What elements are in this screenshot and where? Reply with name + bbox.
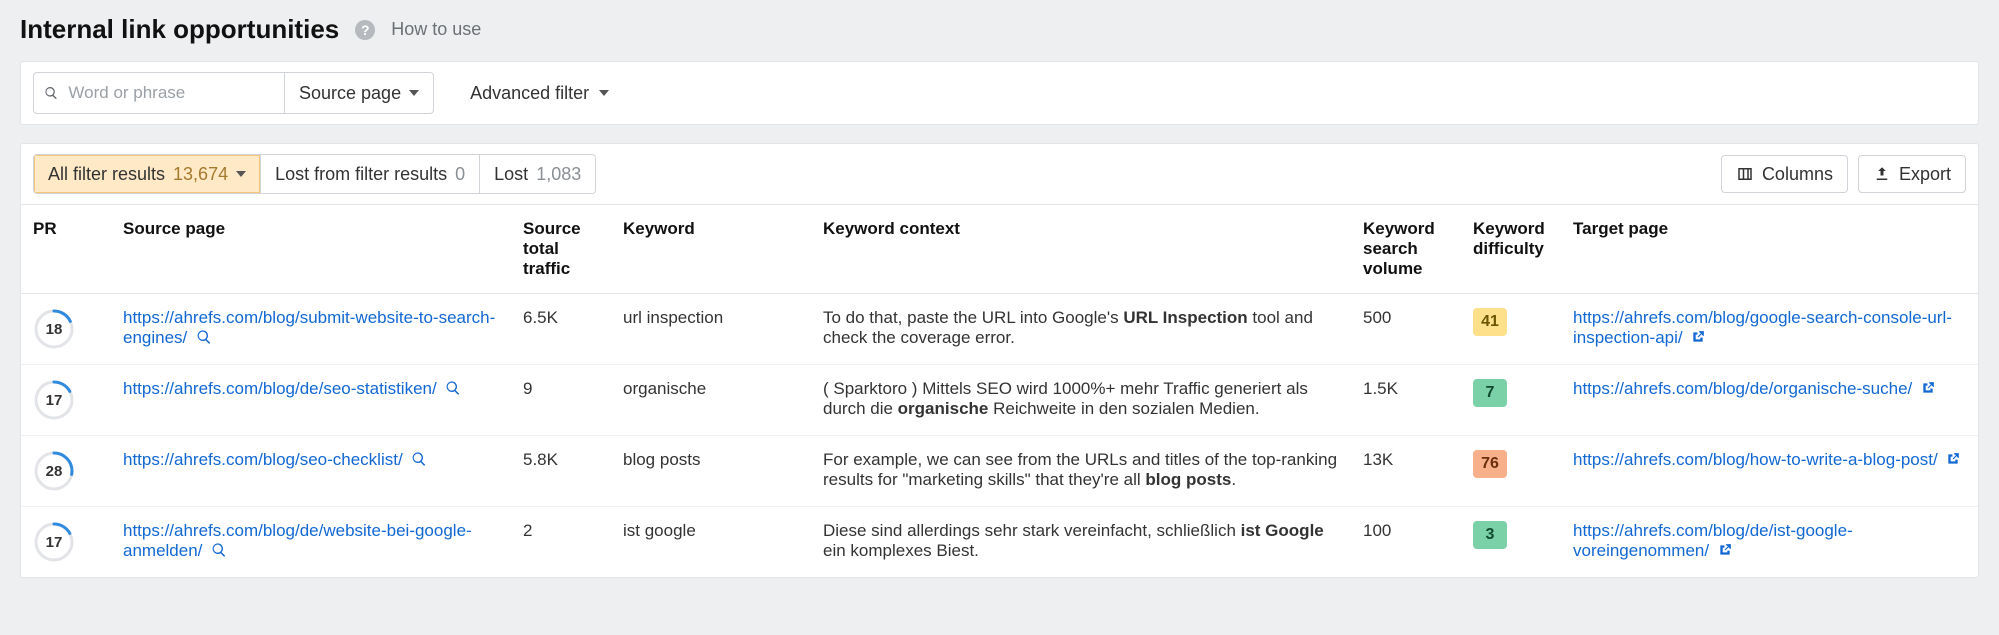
advanced-filter-label: Advanced filter <box>470 83 589 104</box>
target-page-link[interactable]: https://ahrefs.com/blog/how-to-write-a-b… <box>1573 450 1938 469</box>
pr-badge: 17 <box>33 379 75 421</box>
source-total-traffic-value: 5.8K <box>511 436 611 507</box>
source-page-link[interactable]: https://ahrefs.com/blog/seo-checklist/ <box>123 450 403 469</box>
col-header-keyword-difficulty[interactable]: Keyword difficulty <box>1461 205 1561 294</box>
export-button-label: Export <box>1899 164 1951 185</box>
search-input[interactable] <box>66 82 274 104</box>
export-button[interactable]: Export <box>1858 155 1966 193</box>
tab-count: 13,674 <box>173 164 228 185</box>
col-header-keyword[interactable]: Keyword <box>611 205 811 294</box>
table-header-row: PR Source page Source total traffic Keyw… <box>21 205 1978 294</box>
keyword-difficulty-badge: 3 <box>1473 521 1507 549</box>
pr-value: 18 <box>46 321 63 338</box>
keyword-value: blog posts <box>611 436 811 507</box>
keyword-search-volume-value: 100 <box>1351 507 1461 578</box>
filter-tabs: All filter results 13,674 Lost from filt… <box>33 154 596 194</box>
advanced-filter-button[interactable]: Advanced filter <box>456 73 623 113</box>
keyword-value: ist google <box>611 507 811 578</box>
keyword-value: organische <box>611 365 811 436</box>
source-page-link[interactable]: https://ahrefs.com/blog/de/website-bei-g… <box>123 521 472 560</box>
keyword-context-value: To do that, paste the URL into Google's … <box>811 294 1351 365</box>
external-link-icon <box>1946 451 1960 465</box>
tab-lost[interactable]: Lost 1,083 <box>479 155 595 193</box>
columns-button-label: Columns <box>1762 164 1833 185</box>
pr-value: 28 <box>46 463 63 480</box>
magnifier-icon[interactable] <box>445 380 461 396</box>
caret-down-icon <box>409 90 419 96</box>
tab-label: Lost from filter results <box>275 164 447 185</box>
filter-panel: Source page Advanced filter <box>20 61 1979 125</box>
export-icon <box>1873 165 1891 183</box>
source-total-traffic-value: 6.5K <box>511 294 611 365</box>
page-header: Internal link opportunities ? How to use <box>20 14 1979 45</box>
keyword-search-volume-value: 13K <box>1351 436 1461 507</box>
source-page-select[interactable]: Source page <box>284 73 433 113</box>
table-row: 17 https://ahrefs.com/blog/de/website-be… <box>21 507 1978 578</box>
external-link-icon <box>1718 542 1732 556</box>
pr-badge: 18 <box>33 308 75 350</box>
source-page-link[interactable]: https://ahrefs.com/blog/de/seo-statistik… <box>123 379 437 398</box>
keyword-value: url inspection <box>611 294 811 365</box>
col-header-target-page[interactable]: Target page <box>1561 205 1978 294</box>
caret-down-icon <box>236 171 246 177</box>
keyword-difficulty-badge: 41 <box>1473 308 1507 336</box>
pr-badge: 28 <box>33 450 75 492</box>
columns-icon <box>1736 165 1754 183</box>
pr-value: 17 <box>46 534 63 551</box>
search-icon <box>44 85 58 101</box>
keyword-context-value: For example, we can see from the URLs an… <box>811 436 1351 507</box>
results-toolbar: All filter results 13,674 Lost from filt… <box>21 144 1978 204</box>
col-header-keyword-search-volume[interactable]: Keyword search volume <box>1351 205 1461 294</box>
page-title: Internal link opportunities <box>20 14 339 45</box>
source-page-select-label: Source page <box>299 83 401 104</box>
search-box[interactable] <box>34 73 284 113</box>
target-page-link[interactable]: https://ahrefs.com/blog/google-search-co… <box>1573 308 1952 347</box>
tab-count: 1,083 <box>536 164 581 185</box>
table-row: 18 https://ahrefs.com/blog/submit-websit… <box>21 294 1978 365</box>
source-total-traffic-value: 2 <box>511 507 611 578</box>
keyword-context-value: Diese sind allerdings sehr stark vereinf… <box>811 507 1351 578</box>
keyword-context-value: ( Sparktoro ) Mittels SEO wird 1000%+ me… <box>811 365 1351 436</box>
magnifier-icon[interactable] <box>196 329 212 345</box>
col-header-pr[interactable]: PR <box>21 205 111 294</box>
tab-count: 0 <box>455 164 465 185</box>
col-header-keyword-context[interactable]: Keyword context <box>811 205 1351 294</box>
table-row: 28 https://ahrefs.com/blog/seo-checklist… <box>21 436 1978 507</box>
magnifier-icon[interactable] <box>411 451 427 467</box>
tab-label: All filter results <box>48 164 165 185</box>
columns-button[interactable]: Columns <box>1721 155 1848 193</box>
pr-badge: 17 <box>33 521 75 563</box>
col-header-source-page[interactable]: Source page <box>111 205 511 294</box>
search-and-scope-group: Source page <box>33 72 434 114</box>
target-page-link[interactable]: https://ahrefs.com/blog/de/ist-google-vo… <box>1573 521 1853 560</box>
source-page-link[interactable]: https://ahrefs.com/blog/submit-website-t… <box>123 308 495 347</box>
external-link-icon <box>1691 329 1705 343</box>
results-panel: All filter results 13,674 Lost from filt… <box>20 143 1979 578</box>
tab-all-filter-results[interactable]: All filter results 13,674 <box>34 155 260 193</box>
keyword-difficulty-badge: 76 <box>1473 450 1507 478</box>
pr-value: 17 <box>46 392 63 409</box>
results-table: PR Source page Source total traffic Keyw… <box>21 204 1978 577</box>
how-to-use-link[interactable]: How to use <box>391 19 481 40</box>
keyword-search-volume-value: 1.5K <box>1351 365 1461 436</box>
external-link-icon <box>1921 380 1935 394</box>
tab-lost-from-filter[interactable]: Lost from filter results 0 <box>260 155 479 193</box>
source-total-traffic-value: 9 <box>511 365 611 436</box>
help-icon[interactable]: ? <box>355 20 375 40</box>
tab-label: Lost <box>494 164 528 185</box>
magnifier-icon[interactable] <box>211 542 227 558</box>
keyword-difficulty-badge: 7 <box>1473 379 1507 407</box>
target-page-link[interactable]: https://ahrefs.com/blog/de/organische-su… <box>1573 379 1912 398</box>
table-row: 17 https://ahrefs.com/blog/de/seo-statis… <box>21 365 1978 436</box>
caret-down-icon <box>599 90 609 96</box>
keyword-search-volume-value: 500 <box>1351 294 1461 365</box>
col-header-source-total-traffic[interactable]: Source total traffic <box>511 205 611 294</box>
